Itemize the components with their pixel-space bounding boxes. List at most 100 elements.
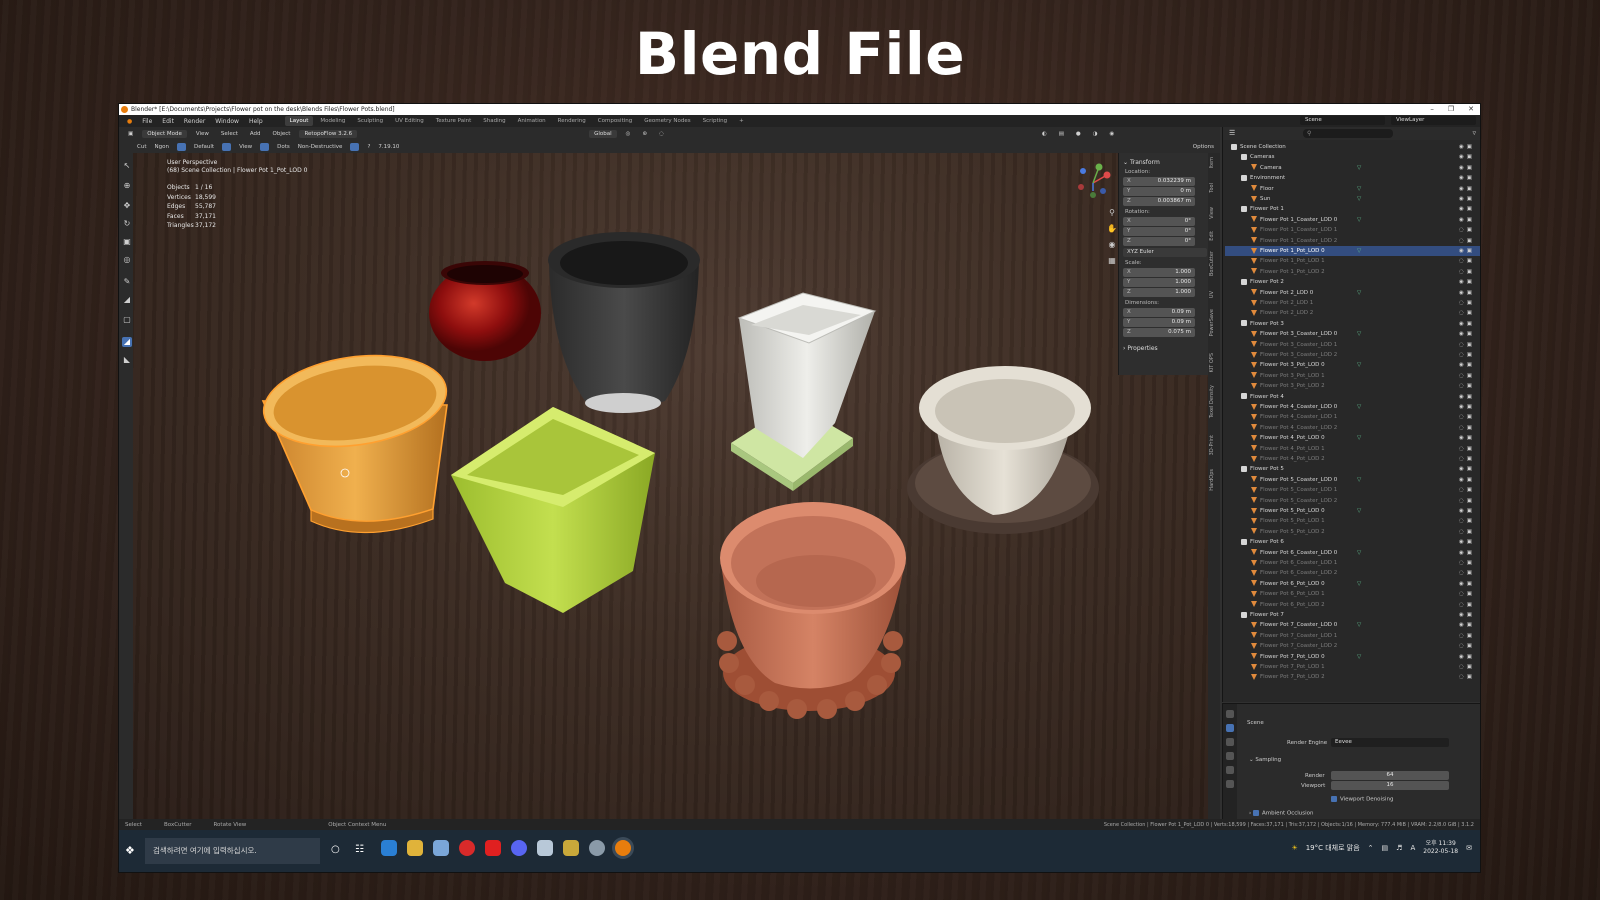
- add-cube-tool-icon[interactable]: ▢: [122, 315, 132, 325]
- visibility-toggle-icon[interactable]: ◉▣: [1459, 194, 1475, 204]
- visibility-toggle-icon[interactable]: ◌▣: [1459, 308, 1475, 318]
- modifier-icon[interactable]: ▽: [1357, 475, 1361, 485]
- volume-icon[interactable]: ♬: [1396, 844, 1402, 852]
- world-tab-icon[interactable]: [1226, 780, 1234, 788]
- tab-shading[interactable]: Shading: [478, 116, 510, 126]
- boxcutter-tool-icon[interactable]: ◢: [122, 337, 132, 347]
- tool-view[interactable]: View: [239, 144, 252, 150]
- outliner-object[interactable]: Flower Pot 5_Pot_LOD 2 ◌▣: [1225, 527, 1480, 537]
- outliner-collection[interactable]: Flower Pot 7 ◉▣: [1225, 610, 1480, 620]
- notification-icon[interactable]: ✉: [1466, 844, 1472, 852]
- visibility-toggle-icon[interactable]: ◌▣: [1459, 641, 1475, 651]
- outliner-object[interactable]: Flower Pot 4_Pot_LOD 2 ◌▣: [1225, 454, 1480, 464]
- maximize-icon[interactable]: ❐: [1448, 104, 1454, 115]
- outliner-object[interactable]: Flower Pot 1_Coaster_LOD 1 ◌▣: [1225, 225, 1480, 235]
- move-tool-icon[interactable]: ✥: [122, 201, 132, 211]
- orange-pot-selected[interactable]: [258, 345, 452, 534]
- ntab-kitops[interactable]: KIT OPS: [1209, 353, 1219, 373]
- outliner-collection[interactable]: Flower Pot 2 ◉▣: [1225, 277, 1480, 287]
- visibility-toggle-icon[interactable]: ◌▣: [1459, 350, 1475, 360]
- task-view-icon[interactable]: ☷: [355, 844, 364, 855]
- visibility-toggle-icon[interactable]: ◌▣: [1459, 371, 1475, 381]
- outliner-search-input[interactable]: ⚲: [1303, 129, 1393, 138]
- visibility-toggle-icon[interactable]: ◉▣: [1459, 360, 1475, 370]
- visibility-toggle-icon[interactable]: ◌▣: [1459, 340, 1475, 350]
- outliner-editor-icon[interactable]: ☰: [1229, 129, 1235, 137]
- visibility-toggle-icon[interactable]: ◌▣: [1459, 485, 1475, 495]
- visibility-toggle-icon[interactable]: ◉▣: [1459, 173, 1475, 183]
- modifier-icon[interactable]: ▽: [1357, 215, 1361, 225]
- outliner-object[interactable]: Flower Pot 3_Pot_LOD 0 ▽ ◉▣: [1225, 360, 1480, 370]
- outliner-object[interactable]: Flower Pot 3_Coaster_LOD 1 ◌▣: [1225, 340, 1480, 350]
- ntab-edit[interactable]: Edit: [1209, 231, 1219, 241]
- tool-nondestructive[interactable]: Non-Destructive: [298, 144, 343, 150]
- tab-texture-paint[interactable]: Texture Paint: [431, 116, 477, 126]
- shading-material-icon[interactable]: ◑: [1090, 131, 1101, 137]
- visibility-toggle-icon[interactable]: ◌▣: [1459, 236, 1475, 246]
- tool-default[interactable]: Default: [194, 144, 214, 150]
- cursor-tool-icon[interactable]: ⊕: [122, 181, 132, 191]
- visibility-toggle-icon[interactable]: ◉▣: [1459, 402, 1475, 412]
- visibility-toggle-icon[interactable]: ◉▣: [1459, 537, 1475, 547]
- tab-scripting[interactable]: Scripting: [698, 116, 732, 126]
- camera-view-icon[interactable]: ◉: [1106, 237, 1118, 253]
- render-samples-field[interactable]: 64: [1331, 771, 1449, 780]
- outliner-object[interactable]: Flower Pot 6_Pot_LOD 2 ◌▣: [1225, 600, 1480, 610]
- outliner-object[interactable]: Flower Pot 1_Pot_LOD 1 ◌▣: [1225, 256, 1480, 266]
- measure-tool-icon[interactable]: ◢: [122, 295, 132, 305]
- visibility-toggle-icon[interactable]: ◌▣: [1459, 662, 1475, 672]
- pan-hand-icon[interactable]: ✋: [1106, 221, 1118, 237]
- retopoflow-dropdown[interactable]: RetopoFlow 3.2.6: [299, 129, 358, 138]
- outliner-collection[interactable]: Scene Collection ◉▣: [1225, 142, 1480, 152]
- visibility-toggle-icon[interactable]: ◉▣: [1459, 246, 1475, 256]
- outliner-collection[interactable]: Flower Pot 1 ◉▣: [1225, 204, 1480, 214]
- toggle-icon[interactable]: [176, 142, 186, 151]
- outliner-object[interactable]: Flower Pot 1_Pot_LOD 2 ◌▣: [1225, 267, 1480, 277]
- tab-uv-editing[interactable]: UV Editing: [390, 116, 429, 126]
- outliner-object[interactable]: Flower Pot 3_Coaster_LOD 0 ▽ ◉▣: [1225, 329, 1480, 339]
- menu-help[interactable]: Help: [245, 118, 267, 125]
- visibility-toggle-icon[interactable]: ◉▣: [1459, 548, 1475, 558]
- outliner-object[interactable]: Flower Pot 4_Pot_LOD 1 ◌▣: [1225, 444, 1480, 454]
- pause-icon[interactable]: [350, 142, 360, 151]
- transform-tool-icon[interactable]: ◎: [122, 255, 132, 265]
- rotation-x-field[interactable]: X 0°: [1123, 217, 1195, 226]
- output-tab-icon[interactable]: [1226, 738, 1234, 746]
- visibility-toggle-icon[interactable]: ◌▣: [1459, 412, 1475, 422]
- visibility-toggle-icon[interactable]: ◉▣: [1459, 152, 1475, 162]
- white-square-pot[interactable]: [731, 292, 877, 491]
- outliner-collection[interactable]: Cameras ◉▣: [1225, 152, 1480, 162]
- tab-sculpting[interactable]: Sculpting: [352, 116, 388, 126]
- outliner-object[interactable]: Flower Pot 7_Coaster_LOD 2 ◌▣: [1225, 641, 1480, 651]
- visibility-toggle-icon[interactable]: ◌▣: [1459, 444, 1475, 454]
- mail-icon[interactable]: [563, 840, 579, 856]
- modifier-icon[interactable]: ▽: [1357, 433, 1361, 443]
- tab-animation[interactable]: Animation: [513, 116, 551, 126]
- store-icon[interactable]: [433, 840, 449, 856]
- visibility-toggle-icon[interactable]: ◉▣: [1459, 163, 1475, 173]
- outliner-object[interactable]: Flower Pot 6_Coaster_LOD 2 ◌▣: [1225, 568, 1480, 578]
- hops-tool-icon[interactable]: ◣: [122, 355, 132, 365]
- black-pot[interactable]: [548, 232, 700, 413]
- outliner-object[interactable]: Flower Pot 6_Pot_LOD 0 ▽ ◉▣: [1225, 579, 1480, 589]
- dimensions-y-field[interactable]: Y 0.09 m: [1123, 318, 1195, 327]
- outliner-object[interactable]: Flower Pot 3_Pot_LOD 1 ◌▣: [1225, 371, 1480, 381]
- options-dropdown[interactable]: Options: [1193, 144, 1214, 150]
- visibility-toggle-icon[interactable]: ◌▣: [1459, 267, 1475, 277]
- shading-rendered-icon[interactable]: ◉: [1107, 131, 1118, 137]
- visibility-toggle-icon[interactable]: ◌▣: [1459, 672, 1475, 682]
- visibility-toggle-icon[interactable]: ◉▣: [1459, 464, 1475, 474]
- tool-tab-icon[interactable]: [1226, 710, 1234, 718]
- modifier-icon[interactable]: ▽: [1357, 194, 1361, 204]
- xray-icon[interactable]: ▤: [1056, 131, 1067, 137]
- outliner-object[interactable]: Flower Pot 3_Pot_LOD 2 ◌▣: [1225, 381, 1480, 391]
- menu-render[interactable]: Render: [180, 118, 209, 125]
- overlay-icon[interactable]: ◐: [1039, 131, 1050, 137]
- outliner-object[interactable]: Flower Pot 5_Coaster_LOD 2 ◌▣: [1225, 496, 1480, 506]
- outliner-collection[interactable]: Flower Pot 5 ◉▣: [1225, 464, 1480, 474]
- grid-icon[interactable]: [260, 142, 270, 151]
- terracotta-pot[interactable]: [717, 502, 906, 719]
- viewport-denoising-checkbox[interactable]: Viewport Denoising: [1331, 796, 1393, 803]
- dimensions-x-field[interactable]: X 0.09 m: [1123, 308, 1195, 317]
- visibility-toggle-icon[interactable]: ◌▣: [1459, 558, 1475, 568]
